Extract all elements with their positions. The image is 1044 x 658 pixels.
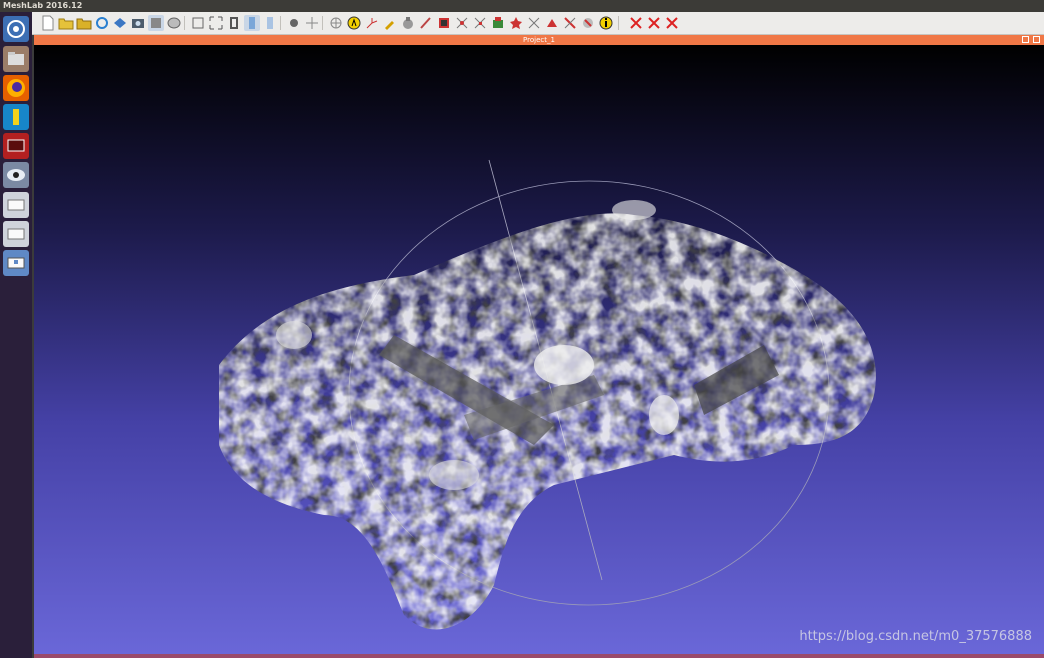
delete-icon[interactable] xyxy=(472,15,488,31)
point-cloud-render xyxy=(219,159,876,630)
drive-icon[interactable] xyxy=(3,221,29,247)
main-toolbar xyxy=(32,12,1044,35)
layer-icon[interactable] xyxy=(226,15,242,31)
bounding-box-icon[interactable] xyxy=(190,15,206,31)
snapshot-icon[interactable] xyxy=(130,15,146,31)
os-topbar: MeshLab 2016.12 xyxy=(0,0,1044,12)
watermark: https://blog.csdn.net/m0_37576888 xyxy=(799,629,1032,644)
firefox-icon[interactable] xyxy=(3,75,29,101)
select-connected-icon[interactable] xyxy=(454,15,470,31)
window-title: MeshLab 2016.12 xyxy=(3,1,83,10)
app-blue-icon[interactable] xyxy=(3,104,29,130)
stereo-icon[interactable] xyxy=(262,15,278,31)
meshlab-eye-icon[interactable] xyxy=(3,162,29,188)
drive-usb-icon[interactable] xyxy=(3,250,29,276)
document-title: Project_1 xyxy=(523,36,555,44)
annotate-icon[interactable] xyxy=(346,15,362,31)
delete-vertices-icon[interactable] xyxy=(580,15,596,31)
x-red-icon[interactable] xyxy=(628,15,644,31)
paint-icon[interactable] xyxy=(382,15,398,31)
fullscreen-icon[interactable] xyxy=(208,15,224,31)
drive-icon[interactable] xyxy=(3,192,29,218)
light-icon[interactable] xyxy=(286,15,302,31)
close-button[interactable] xyxy=(1033,36,1040,43)
open-icon[interactable] xyxy=(58,15,74,31)
status-bar xyxy=(34,654,1044,658)
selection-icon[interactable] xyxy=(490,15,506,31)
restore-button[interactable] xyxy=(1021,36,1029,43)
move-icon[interactable] xyxy=(304,15,320,31)
select-faces-icon[interactable] xyxy=(418,15,434,31)
files-icon[interactable] xyxy=(3,46,29,72)
new-icon[interactable] xyxy=(40,15,56,31)
pick-icon[interactable] xyxy=(508,15,524,31)
x-red-icon[interactable] xyxy=(664,15,680,31)
color-icon[interactable] xyxy=(400,15,416,31)
info-icon[interactable] xyxy=(544,15,560,31)
ubuntu-dash-icon[interactable] xyxy=(3,16,29,42)
document-titlebar: Project_1 xyxy=(34,35,1044,45)
save-icon[interactable] xyxy=(112,15,128,31)
launcher xyxy=(0,12,32,658)
3d-viewport[interactable]: https://blog.csdn.net/m0_37576888 xyxy=(34,45,1044,654)
view-icon[interactable] xyxy=(244,15,260,31)
z-paint-icon[interactable] xyxy=(526,15,542,31)
point-cloud xyxy=(219,200,876,630)
points-render-icon[interactable] xyxy=(148,15,164,31)
select-vertices-icon[interactable] xyxy=(436,15,452,31)
measure-icon[interactable] xyxy=(364,15,380,31)
align-icon[interactable] xyxy=(328,15,344,31)
monitor-red-icon[interactable] xyxy=(3,133,29,159)
wireframe-render-icon[interactable] xyxy=(166,15,182,31)
x-red-icon[interactable] xyxy=(646,15,662,31)
reload-icon[interactable] xyxy=(94,15,110,31)
delete-faces-icon[interactable] xyxy=(562,15,578,31)
delete-selection-icon[interactable] xyxy=(598,15,614,31)
open-project-icon[interactable] xyxy=(76,15,92,31)
